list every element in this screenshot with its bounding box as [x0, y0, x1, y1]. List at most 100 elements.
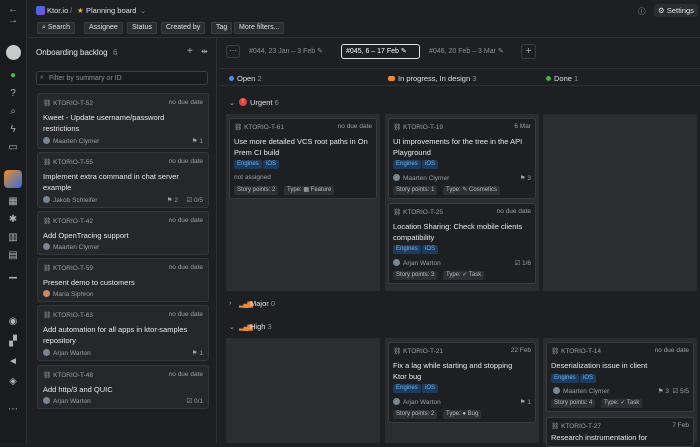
- chat-icon[interactable]: ◉: [5, 316, 21, 328]
- comment-count: ⚑ 1: [519, 399, 531, 406]
- backlog-item[interactable]: ⛓ KTORIO-T-59 no due date Present demo t…: [37, 258, 209, 302]
- apps-icon[interactable]: ▞: [5, 336, 21, 348]
- star-icon[interactable]: ★: [77, 6, 84, 15]
- issue-title: Kweet - Update username/password restrict…: [43, 113, 165, 133]
- tag-ios[interactable]: iOS: [422, 160, 439, 169]
- megaphone-icon[interactable]: ◄: [5, 356, 21, 368]
- breadcrumb-board[interactable]: Planning board: [86, 6, 136, 15]
- tag-ios[interactable]: iOS: [263, 160, 280, 169]
- issue-id: ⛓ KTORIO-T-21: [393, 348, 444, 355]
- link-icon: ⛓: [43, 100, 54, 107]
- urgent-icon: !: [239, 98, 247, 106]
- issue-card[interactable]: ⛓ KTORIO-T-21 22 Feb Fix a lag while sta…: [388, 342, 536, 423]
- story-points: Story points: 2: [234, 186, 279, 195]
- created-by-filter-button[interactable]: Created by: [161, 22, 206, 34]
- checklist-count: ☑ 5/5: [672, 388, 689, 395]
- tag-ios[interactable]: iOS: [422, 245, 439, 254]
- issue-card[interactable]: ⛓ KTORIO-T-19 6 Mar UI improvements for …: [388, 118, 536, 199]
- sprint-menu-button[interactable]: ···: [226, 45, 240, 58]
- more-icon[interactable]: ⋯: [5, 404, 21, 416]
- search-filter-button[interactable]: ⌕ Search: [37, 22, 76, 34]
- status-filter-button[interactable]: Status: [127, 22, 157, 34]
- add-sprint-button[interactable]: +: [521, 44, 536, 59]
- due-date: no due date: [168, 99, 203, 106]
- document-icon[interactable]: ▤: [5, 250, 21, 262]
- project-icon[interactable]: [4, 170, 22, 188]
- collapse-icon[interactable]: ⇹: [201, 47, 208, 56]
- assignee: not assigned: [234, 174, 271, 181]
- issue-card[interactable]: ⛓ KTORIO-T-25 no due date Location Shari…: [388, 203, 536, 284]
- tag-engines[interactable]: Engines: [393, 160, 421, 169]
- comment-count: ⚑ 2: [166, 197, 178, 204]
- checklist-count: ☑ 1/6: [514, 260, 531, 267]
- assignee-filter-button[interactable]: Assignee: [84, 22, 123, 34]
- board-icon[interactable]: ▥: [5, 232, 21, 244]
- inbox-icon[interactable]: ▭: [5, 142, 21, 154]
- avatar: [393, 259, 400, 266]
- chevron-down-icon[interactable]: ⌄: [140, 6, 146, 15]
- more-filters-button[interactable]: More filters...: [234, 22, 285, 34]
- status-dot-icon: [546, 76, 551, 81]
- chevron-right-icon[interactable]: ›: [229, 300, 231, 307]
- lightning-icon[interactable]: ϟ: [5, 124, 21, 136]
- bar-icon[interactable]: ▁: [5, 268, 21, 280]
- avatar[interactable]: [6, 45, 21, 60]
- due-date: no due date: [496, 208, 531, 215]
- tag-filter-button[interactable]: Tag: [211, 22, 233, 34]
- tag-ios[interactable]: iOS: [580, 374, 597, 383]
- backlog-item[interactable]: ⛓ KTORIO-T-63 no due date Add automation…: [37, 305, 209, 361]
- swimlane-major[interactable]: Major 0: [250, 299, 275, 308]
- issue-id: ⛓ KTORIO-T-63: [43, 312, 94, 319]
- tag-engines[interactable]: Engines: [393, 245, 421, 254]
- issue-title: Add OpenTracing support: [43, 231, 129, 240]
- megaphone2-icon[interactable]: ◈: [5, 376, 21, 388]
- search-icon[interactable]: ⌕: [5, 106, 21, 118]
- info-icon[interactable]: ⓘ: [638, 6, 646, 17]
- issue-title: Use more detailed VCS root paths in On Pr…: [234, 137, 368, 157]
- issue-card[interactable]: ⛓ KTORIO-T-61 no due date Use more detai…: [229, 118, 377, 199]
- breadcrumb-separator: /: [70, 6, 73, 15]
- avatar: [43, 196, 50, 203]
- avatar: [393, 174, 400, 181]
- backlog-item[interactable]: ⛓ KTORIO-T-55 no due date Implement extr…: [37, 152, 209, 208]
- tag-engines[interactable]: Engines: [234, 160, 262, 169]
- issue-id: ⛓ KTORIO-T-55: [43, 159, 94, 166]
- backlog-item[interactable]: ⛓ KTORIO-T-52 no due date Kweet - Update…: [37, 93, 209, 149]
- backlog-item[interactable]: ⛓ KTORIO-T-48 no due date Add http/3 and…: [37, 365, 209, 409]
- sprint-tab[interactable]: #046, 20 Feb – 3 Mar ✎: [425, 45, 508, 58]
- forward-icon[interactable]: →: [5, 15, 21, 27]
- swimlane-urgent[interactable]: Urgent 6: [250, 98, 279, 107]
- issue-type: Type: ▦ Feature: [284, 186, 335, 195]
- issue-type: Type: ✓ Task: [601, 399, 643, 408]
- assignee: Arjan Warton: [393, 259, 441, 267]
- chevron-down-icon[interactable]: ⌄: [229, 323, 235, 331]
- assignee: Maarten Clymer: [43, 137, 99, 145]
- story-points: Story points: 4: [551, 399, 596, 408]
- backlog-title: Onboarding backlog: [36, 48, 108, 57]
- comment-count: ⚑ 1: [191, 138, 203, 145]
- sprint-tab-active[interactable]: #045, 6 – 17 Feb ✎: [341, 44, 420, 59]
- tag-ios[interactable]: iOS: [422, 384, 439, 393]
- status-icon[interactable]: ●: [5, 70, 21, 82]
- status-dot-icon: [229, 76, 234, 81]
- link-icon: ⛓: [43, 159, 54, 166]
- backlog-item[interactable]: ⛓ KTORIO-T-42 no due date Add OpenTracin…: [37, 211, 209, 255]
- tag-engines[interactable]: Engines: [551, 374, 579, 383]
- swimlane-high[interactable]: High 3: [250, 322, 272, 331]
- star-icon[interactable]: ✱: [5, 214, 21, 226]
- tag-engines[interactable]: Engines: [393, 384, 421, 393]
- issue-card[interactable]: ⛓ KTORIO-T-14 no due date Deserializatio…: [546, 342, 694, 412]
- grid-icon[interactable]: ▦: [5, 196, 21, 208]
- issue-title: Present demo to customers: [43, 278, 135, 287]
- issue-id: ⛓ KTORIO-T-52: [43, 100, 94, 107]
- breadcrumb-project[interactable]: Ktor.io: [47, 6, 68, 15]
- add-icon[interactable]: +: [187, 46, 193, 57]
- backlog-filter-input[interactable]: ⌕ Filter by summary or ID: [36, 71, 208, 85]
- assignee: Arjan Warton: [393, 398, 441, 406]
- story-points: Story points: 2: [393, 410, 438, 419]
- sprint-tab[interactable]: #044, 23 Jan – 3 Feb ✎: [244, 45, 328, 58]
- settings-button[interactable]: ⚙ Settings: [654, 4, 698, 17]
- question-icon[interactable]: ?: [5, 88, 21, 100]
- assignee: Arjan Warton: [43, 349, 91, 357]
- chevron-down-icon[interactable]: ⌄: [229, 99, 235, 107]
